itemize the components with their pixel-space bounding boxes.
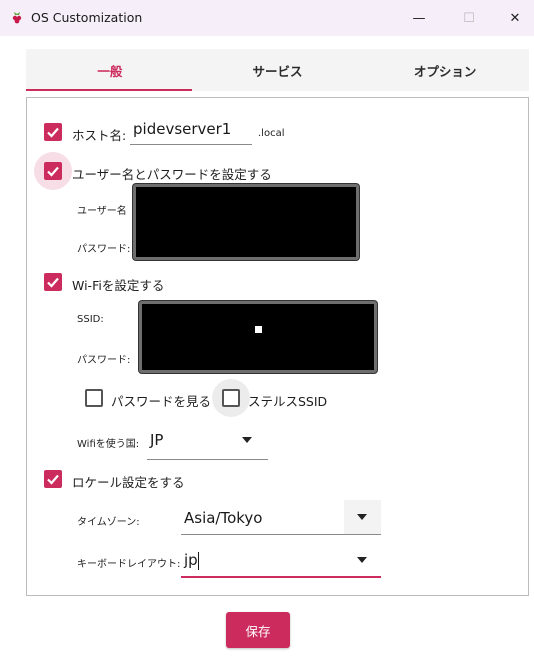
keyboard-label: キーボードレイアウト: xyxy=(77,559,181,570)
hidden-ssid-checkbox[interactable] xyxy=(222,389,240,407)
tab-general[interactable]: 一般 xyxy=(26,49,194,91)
dropdown-arrow-icon[interactable] xyxy=(357,514,367,520)
timezone-label: タイムゾーン: xyxy=(77,517,140,528)
keyboard-underline xyxy=(181,576,381,578)
locale-checkbox[interactable] xyxy=(44,470,62,488)
hostname-label: ホスト名: xyxy=(72,128,127,143)
title-bar: OS Customization — ☐ ✕ xyxy=(0,0,534,36)
wifi-country-label: Wifiを使う国: xyxy=(77,439,140,450)
tab-options[interactable]: オプション xyxy=(361,49,529,91)
hidden-ssid-label: ステルスSSID xyxy=(248,394,328,409)
raspberry-pi-icon xyxy=(12,12,22,24)
maximize-icon[interactable]: ☐ xyxy=(446,0,492,36)
locale-label: ロケール設定をする xyxy=(72,475,185,490)
set-user-label: ユーザー名とパスワードを設定する xyxy=(72,167,272,182)
show-password-label: パスワードを見る xyxy=(111,394,212,409)
ssid-label: SSID: xyxy=(77,314,104,325)
close-icon[interactable]: ✕ xyxy=(492,0,534,36)
hostname-underline xyxy=(130,144,252,145)
wifi-checkbox[interactable] xyxy=(44,273,62,291)
tab-bar: 一般 サービス オプション xyxy=(26,49,529,91)
hostname-checkbox[interactable] xyxy=(44,123,62,141)
redacted-wifi xyxy=(139,301,377,373)
dropdown-arrow-icon[interactable] xyxy=(357,557,367,563)
set-user-checkbox[interactable] xyxy=(44,162,62,180)
tab-services[interactable]: サービス xyxy=(194,49,362,91)
wifi-country-underline xyxy=(147,459,268,460)
checkmark-icon xyxy=(47,474,59,485)
show-password-checkbox[interactable] xyxy=(85,389,103,407)
checkmark-icon xyxy=(47,127,59,138)
wifi-password-label: パスワード: xyxy=(77,355,131,366)
redacted-credentials xyxy=(133,184,359,260)
hostname-input[interactable]: pidevserver1 xyxy=(133,120,231,138)
minimize-icon[interactable]: — xyxy=(396,0,442,36)
hostname-suffix: .local xyxy=(258,128,285,139)
timezone-select[interactable]: Asia/Tokyo xyxy=(184,509,263,527)
redaction-artifact xyxy=(255,326,262,333)
save-button[interactable]: 保存 xyxy=(226,612,290,648)
text-caret xyxy=(198,552,199,570)
keyboard-input[interactable]: jp xyxy=(184,551,198,569)
wifi-country-select[interactable]: JP xyxy=(150,431,163,449)
dropdown-arrow-icon[interactable] xyxy=(242,437,252,443)
tab-active-indicator xyxy=(26,89,192,91)
user-password-label: パスワード: xyxy=(77,244,131,255)
window-title: OS Customization xyxy=(31,10,143,25)
wifi-label: Wi-Fiを設定する xyxy=(72,278,165,293)
username-label: ユーザー名 xyxy=(77,206,127,217)
checkmark-icon xyxy=(47,277,59,288)
timezone-underline xyxy=(181,534,381,535)
checkmark-icon xyxy=(47,166,59,177)
